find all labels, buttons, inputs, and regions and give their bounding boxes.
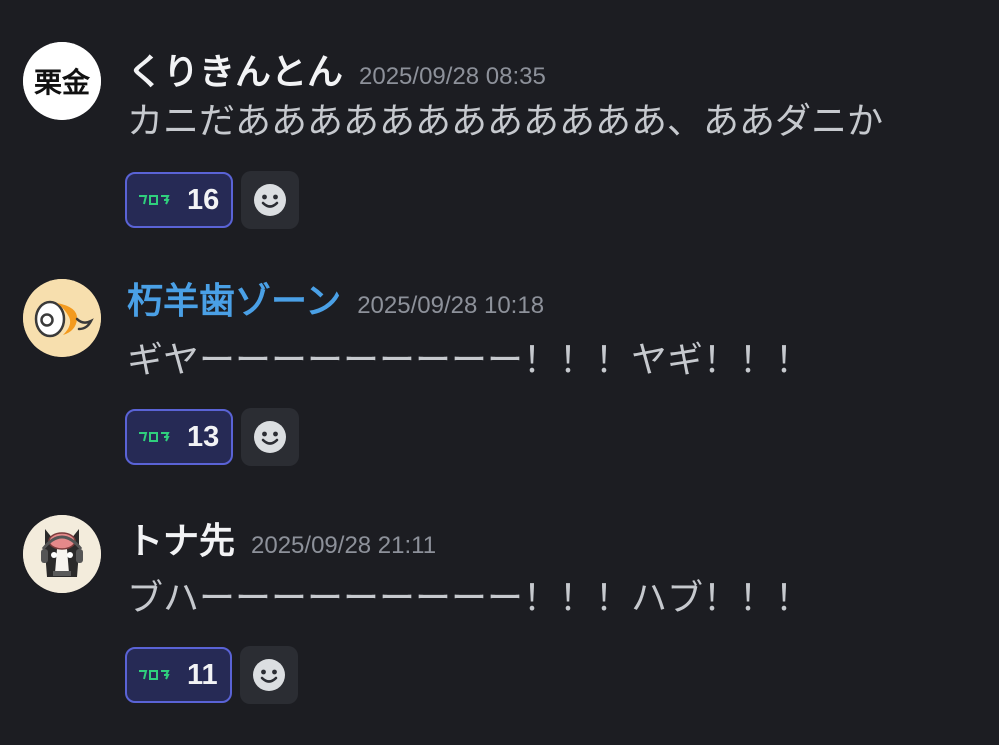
avatar-image — [23, 279, 101, 357]
reaction-button[interactable]: 11 — [125, 647, 232, 703]
username[interactable]: くりきんとん — [127, 46, 343, 100]
message-header: トナ先 2025/09/28 21:11 — [127, 515, 436, 569]
avatar[interactable]: 栗金 — [23, 42, 101, 120]
smiley-icon — [254, 184, 287, 216]
reaction-count: 13 — [187, 420, 220, 453]
avatar-image — [23, 515, 101, 593]
message-content: ブハーーーーーーーーー！！！ハブ！！！ — [127, 578, 812, 619]
message-header: 朽羊歯ゾーン 2025/09/28 10:18 — [127, 275, 544, 329]
custom-emoji-icon — [137, 427, 177, 447]
reactions-bar: 13 — [125, 407, 300, 467]
add-reaction-button[interactable] — [239, 646, 298, 704]
reaction-count: 16 — [187, 183, 220, 216]
avatar[interactable] — [23, 279, 101, 357]
message-header: くりきんとん 2025/09/28 08:35 — [127, 46, 546, 100]
reactions-bar: 11 — [125, 645, 298, 705]
username[interactable]: 朽羊歯ゾーン — [127, 275, 341, 329]
custom-emoji-icon — [137, 190, 177, 210]
custom-emoji-icon — [137, 665, 177, 685]
reactions-bar: 16 — [125, 170, 300, 230]
message-content: カニだああああああああああああ、ああダニか — [127, 101, 884, 142]
reaction-count: 11 — [187, 658, 218, 691]
add-reaction-button[interactable] — [241, 171, 300, 229]
smiley-icon — [252, 659, 285, 691]
avatar-logo-text: 栗金 — [34, 66, 91, 99]
timestamp: 2025/09/28 08:35 — [359, 63, 546, 90]
add-reaction-button[interactable] — [241, 408, 300, 466]
username[interactable]: トナ先 — [127, 515, 235, 569]
message-content: ギヤーーーーーーーーー！！！ヤギ！！！ — [127, 340, 812, 381]
avatar-image: 栗金 — [23, 42, 101, 120]
smiley-icon — [254, 421, 287, 453]
avatar[interactable] — [23, 515, 101, 593]
timestamp: 2025/09/28 10:18 — [357, 292, 545, 319]
reaction-button[interactable]: 13 — [125, 409, 234, 465]
timestamp: 2025/09/28 21:11 — [251, 532, 437, 559]
reaction-button[interactable]: 16 — [125, 172, 234, 228]
